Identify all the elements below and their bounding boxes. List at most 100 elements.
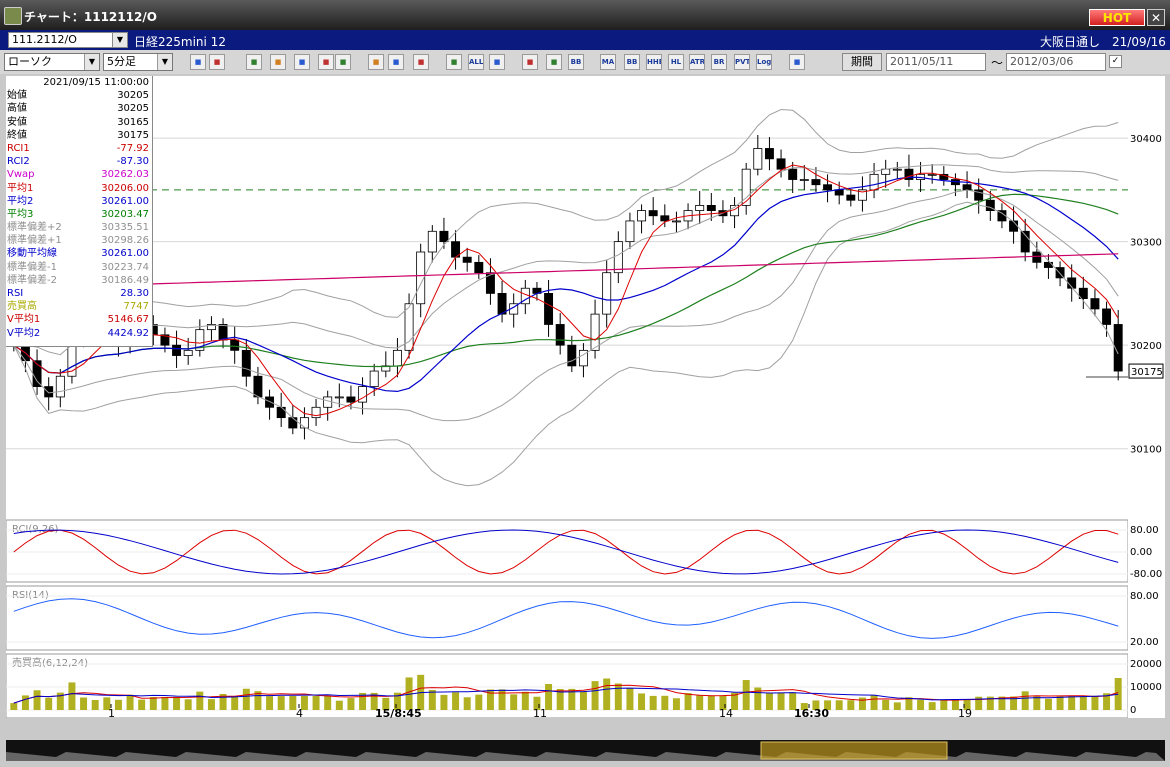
info-value: -77.92 (116, 142, 149, 154)
volume-bar (847, 700, 855, 710)
volume-bar (510, 694, 518, 710)
ma-icon[interactable]: ■ (294, 54, 310, 70)
info-row: 平均1 30206.00 (6, 182, 152, 195)
undo-icon[interactable]: ■ (388, 54, 404, 70)
volume-bar (266, 696, 274, 710)
date-to-input[interactable]: 2012/03/06 (1006, 53, 1106, 71)
zoom-icon[interactable]: ■ (190, 54, 206, 70)
info-row: RCI1 -77.92 (6, 142, 152, 155)
price-tick-label: 30300 (1130, 238, 1162, 249)
x-tick-label: 19 (958, 707, 972, 718)
arrow-icon[interactable]: ■ (368, 54, 384, 70)
save-icon[interactable]: ■ (789, 54, 805, 70)
tool-pvt-button[interactable]: PVT (734, 54, 750, 70)
tool-hl-button[interactable]: HL (668, 54, 684, 70)
bollinger-upper-line (13, 108, 1119, 346)
info-value: -87.30 (116, 156, 149, 168)
volume-bar (1044, 698, 1052, 710)
volume-bar (835, 700, 843, 710)
candle (602, 272, 612, 315)
candle (439, 230, 449, 243)
info-row: 標準偏差+2 30335.51 (6, 221, 152, 234)
candle (590, 313, 600, 351)
timeframe-select[interactable]: 5分足 ▼ (103, 53, 173, 71)
candle (427, 230, 437, 253)
period-button[interactable]: 期間 (842, 53, 882, 71)
candle (555, 324, 565, 346)
chevron-down-icon[interactable]: ▼ (112, 32, 128, 48)
flag-icon[interactable]: ■ (318, 54, 334, 70)
brush-icon[interactable]: ■ (489, 54, 505, 70)
ohlc-info-panel: 2021/09/15 11:00:00 始値 30205 高値 30205 安値 3016… (6, 76, 153, 347)
volume-bar (603, 678, 611, 710)
close-icon[interactable]: ✕ (1147, 9, 1165, 26)
volume-bar (1021, 691, 1029, 710)
candle (299, 417, 309, 429)
volume-bar (649, 695, 657, 710)
rci-panel-tick-label: 80.00 (1130, 525, 1159, 536)
volume-bar (1114, 677, 1122, 710)
candle (637, 210, 647, 222)
tool-hhe-button[interactable]: HHE (646, 54, 662, 70)
symbol-input[interactable]: 111.2112/O (8, 32, 128, 48)
candle-icon[interactable]: ■ (413, 54, 429, 70)
info-value: 4424.92 (107, 327, 149, 339)
info-row: 売買高 7747 (6, 300, 152, 313)
candle (962, 184, 972, 191)
volume-bar (1068, 696, 1076, 710)
pen-icon[interactable]: ■ (335, 54, 351, 70)
volume-bar (1033, 696, 1041, 710)
toolbar: ローソク ▼ 5分足 ▼ ■ ■ ■ ■ ■ ■ ■ ■ ■ ■ ■ ALL ■ ■ ■ BB MA BB HHE HL A… (0, 50, 1170, 74)
volume-bar (242, 688, 250, 710)
rci-panel-frame (6, 519, 1128, 583)
volume-panel-tick-label: 0 (1130, 705, 1136, 716)
tool-br-button[interactable]: BR (711, 54, 727, 70)
hot-button[interactable]: HOT (1089, 9, 1145, 26)
candle (334, 396, 344, 399)
volume-bar (777, 692, 785, 710)
tool-atr-button[interactable]: ATR (689, 54, 705, 70)
chart-type-select[interactable]: ローソク ▼ (4, 53, 100, 71)
info-label: 平均1 (7, 182, 34, 194)
navigator-svg[interactable] (6, 740, 1165, 761)
volume-bar (1056, 696, 1064, 710)
candle (346, 396, 356, 403)
tool-all-button[interactable]: ALL (468, 54, 484, 70)
candle (776, 158, 786, 170)
bollinger-lower-line (13, 201, 1119, 487)
range-checkbox[interactable]: ✓ (1109, 55, 1122, 68)
candle (474, 261, 484, 274)
current-price-label: 30175 (1131, 367, 1163, 378)
color-icon[interactable]: ■ (546, 54, 562, 70)
scroll-navigator[interactable] (6, 740, 1165, 761)
chart-area[interactable]: RCI(9,26) RSI(14) 売買高(6,12,24) 1 4 15/8:45 11 1… (6, 76, 1128, 718)
chart-svg[interactable]: RCI(9,26)RSI(14)売買高(6,12,24)1 4 15/8:45 11 1… (6, 76, 1128, 718)
info-row: V平均2 4424.92 (6, 327, 152, 340)
info-label: 移動平均線 (7, 248, 57, 260)
bar-icon[interactable]: ■ (270, 54, 286, 70)
candle (764, 148, 774, 160)
candle2-icon[interactable]: ■ (446, 54, 462, 70)
tool-bb-button[interactable]: BB (568, 54, 584, 70)
volume-bar (661, 695, 669, 710)
wrench-icon[interactable]: ■ (522, 54, 538, 70)
volume-bar (347, 698, 355, 710)
candle (183, 349, 193, 356)
tool-ma-button[interactable]: MA (600, 54, 616, 70)
trend-icon[interactable]: ■ (246, 54, 262, 70)
chart-type-value: ローソク (8, 55, 52, 68)
cursor-icon[interactable]: ■ (209, 54, 225, 70)
info-row: 移動平均線 30261.00 (6, 247, 152, 260)
candle (695, 205, 705, 211)
info-row: 平均2 30261.00 (6, 195, 152, 208)
info-label: 安値 (7, 116, 27, 128)
volume-bar (638, 693, 646, 710)
tool-bb-button[interactable]: BB (624, 54, 640, 70)
date-from-input[interactable]: 2011/05/11 (886, 53, 986, 71)
volume-bar (1091, 695, 1099, 710)
info-row: 平均3 30203.47 (6, 208, 152, 221)
candle (392, 349, 402, 367)
tool-log-button[interactable]: Log (756, 54, 772, 70)
volume-bar (858, 697, 866, 710)
candle (55, 375, 65, 398)
